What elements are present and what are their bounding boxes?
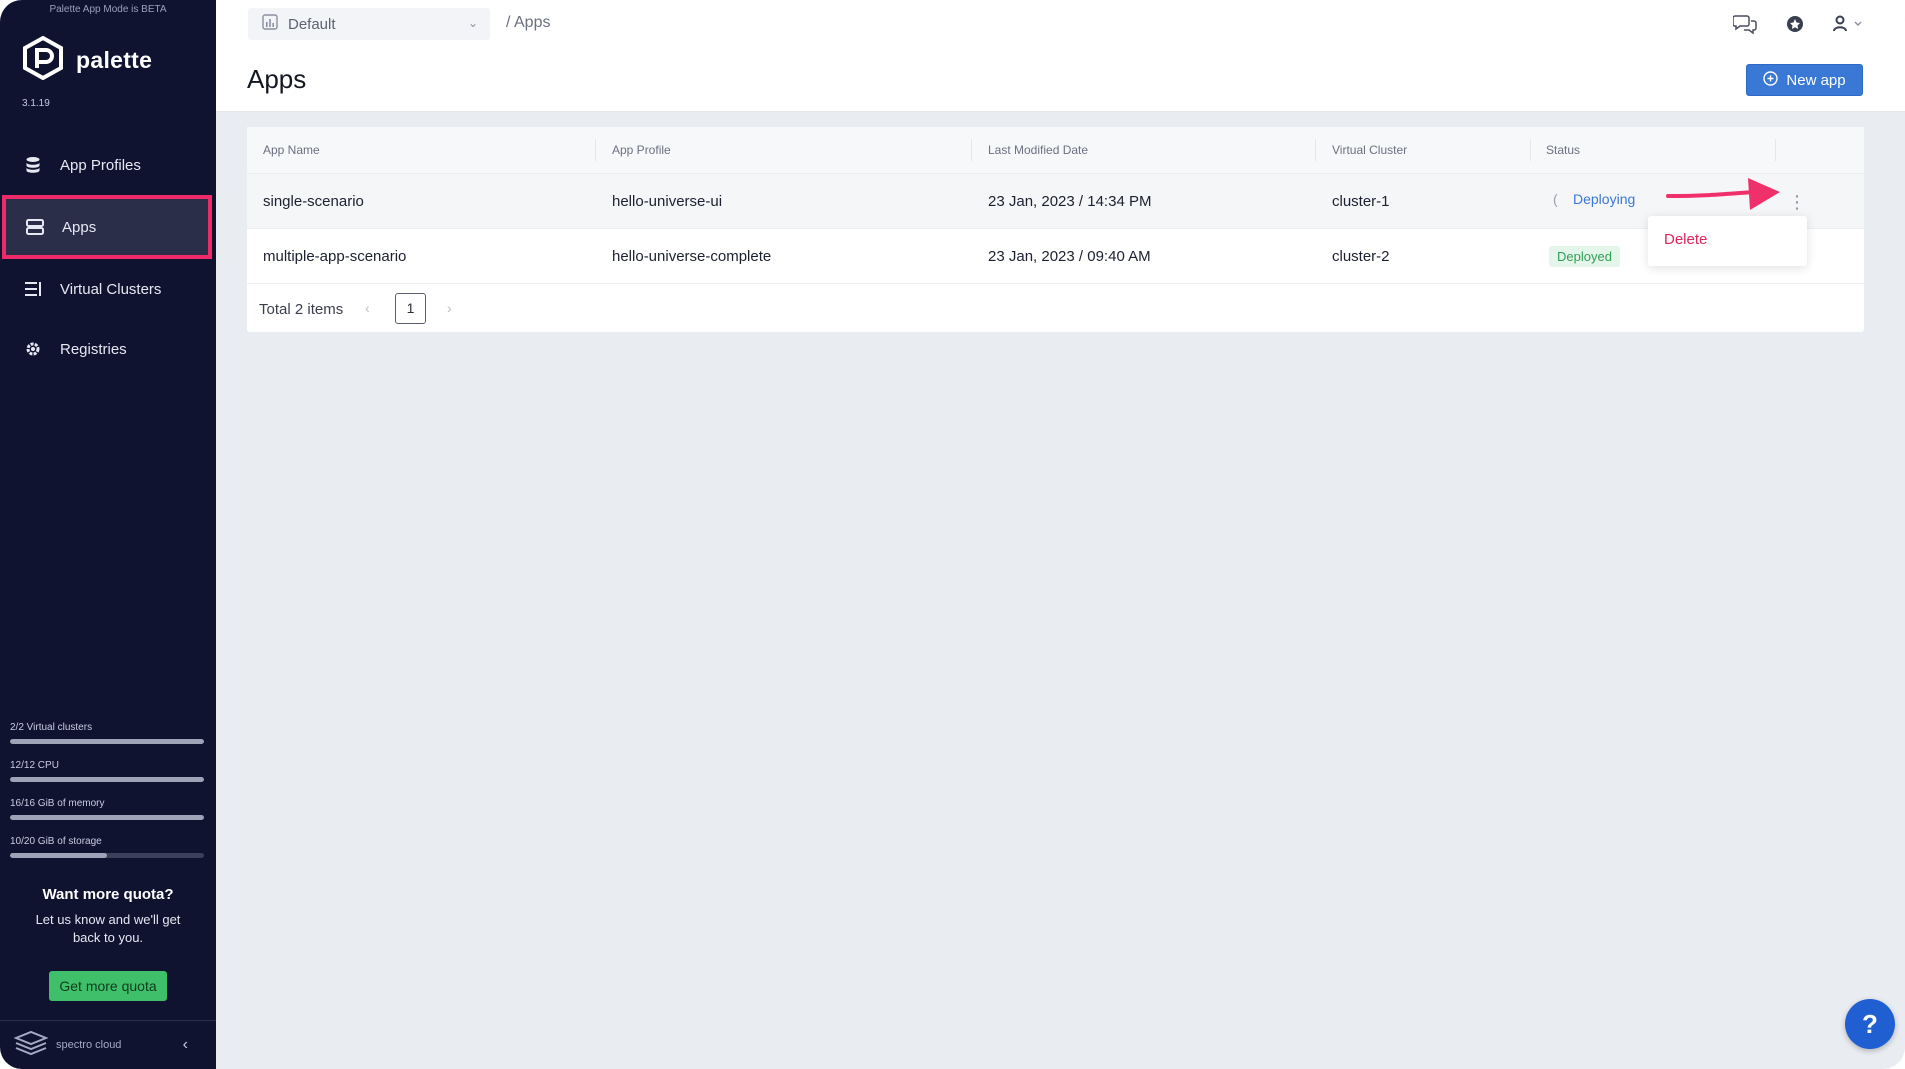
quota-label: 16/16 GiB of memory [10,798,105,809]
more-quota-text: Let us know and we'll get back to you. [35,912,181,945]
quota-virtual-clusters: 2/2 Virtual clusters [10,722,204,744]
sidebar-item-label: Virtual Clusters [60,280,162,298]
sidebar: Palette App Mode is BETA palette 3.1.19 … [0,0,216,1069]
quota-memory: 16/16 GiB of memory [10,798,204,820]
quota-fill [10,777,204,782]
quota-label: 10/20 GiB of storage [10,836,102,847]
version-label: 3.1.19 [22,98,50,109]
cell-virtual-cluster: cluster-1 [1332,193,1390,210]
column-status[interactable]: Status [1546,143,1580,157]
more-quota-title: Want more quota? [42,886,174,903]
total-items: Total 2 items [259,301,344,318]
sidebar-item-label: Apps [62,218,97,236]
sidebar-nav: App Profiles Apps Virtual Clusters Regis… [0,135,216,379]
sidebar-item-apps[interactable]: Apps [2,195,212,259]
chevron-right-icon[interactable]: › [447,300,452,316]
footer-brand: spectro cloud [56,1039,122,1051]
quota-label: 2/2 Virtual clusters [10,722,93,733]
clusters-icon [24,280,42,298]
table-row[interactable]: multiple-app-scenario hello-universe-com… [247,229,1864,284]
breadcrumb: / Apps [506,14,551,31]
cell-app-profile: hello-universe-complete [612,248,772,265]
column-last-modified[interactable]: Last Modified Date [988,143,1088,157]
quota-cpu: 12/12 CPU [10,760,204,782]
chevron-down-icon: ⌄ [467,16,478,30]
collapse-sidebar-icon[interactable]: ‹ [183,1036,188,1054]
new-app-label: New app [1786,71,1846,89]
brand[interactable]: palette [22,35,153,85]
column-divider [1530,139,1531,161]
apps-icon [26,218,44,236]
row-actions-menu: Delete [1648,216,1807,266]
cell-app-name[interactable]: multiple-app-scenario [263,248,406,265]
sidebar-item-label: Registries [60,340,127,358]
cell-app-name[interactable]: single-scenario [263,193,364,210]
sidebar-item-virtual-clusters[interactable]: Virtual Clusters [0,259,216,319]
annotation-arrow-icon [1666,178,1780,210]
header-actions [1733,12,1865,36]
cell-app-profile: hello-universe-ui [612,193,723,210]
delete-menu-item[interactable]: Delete [1664,231,1707,248]
plus-circle-icon [1763,70,1779,90]
column-divider [1315,139,1316,161]
quota-bar [10,815,204,820]
more-actions-icon[interactable]: ⋮ [1788,190,1806,214]
cell-last-modified: 23 Jan, 2023 / 09:40 AM [988,248,1151,265]
column-divider [971,139,972,161]
cell-last-modified: 23 Jan, 2023 / 14:34 PM [988,193,1152,210]
spectro-cloud-logo-icon [13,1030,49,1061]
column-divider [1775,139,1776,161]
apps-table: App Name App Profile Last Modified Date … [247,127,1864,332]
quota-fill [10,739,204,744]
header: Default ⌄ / Apps Apps New app [216,0,1905,112]
page-title: Apps [247,64,307,94]
quota-fill [10,853,107,858]
get-more-quota-button[interactable]: Get more quota [49,971,167,1001]
quota-fill [10,815,204,820]
column-virtual-cluster[interactable]: Virtual Cluster [1332,143,1407,157]
user-menu-icon[interactable] [1833,12,1865,36]
chart-icon [262,14,278,34]
scope-select[interactable]: Default ⌄ [248,8,490,40]
more-quota-panel: Want more quota? Let us know and we'll g… [0,886,216,1001]
sidebar-footer: spectro cloud ‹ [0,1020,216,1069]
table-header: App Name App Profile Last Modified Date … [247,127,1864,174]
cell-virtual-cluster: cluster-2 [1332,248,1390,265]
new-app-button[interactable]: New app [1746,64,1863,96]
chat-icon[interactable] [1733,12,1757,36]
status-badge: Deployed [1549,246,1620,267]
sidebar-item-registries[interactable]: Registries [0,319,216,379]
database-icon [24,156,42,174]
column-app-name[interactable]: App Name [263,143,320,157]
quota-bar [10,739,204,744]
sidebar-item-label: App Profiles [60,156,141,174]
app-window: Palette App Mode is BETA palette 3.1.19 … [0,0,1905,1069]
beta-note: Palette App Mode is BETA [49,4,167,15]
quota-bar [10,777,204,782]
sidebar-item-app-profiles[interactable]: App Profiles [0,135,216,195]
quota-bar [10,853,204,858]
palette-logo-icon [22,35,64,85]
page-number[interactable]: 1 [395,293,426,324]
status-icon[interactable] [1783,12,1807,36]
chevron-left-icon[interactable]: ‹ [365,300,370,316]
gear-icon [24,340,42,358]
scope-value: Default [288,15,336,33]
quota-usage: 2/2 Virtual clusters 12/12 CPU 16/16 GiB… [10,722,204,874]
column-divider [595,139,596,161]
column-app-profile[interactable]: App Profile [612,143,671,157]
help-button[interactable]: ? [1845,999,1895,1049]
pagination: Total 2 items ‹ 1 › [247,284,1864,332]
table-row[interactable]: single-scenario hello-universe-ui 23 Jan… [247,174,1864,229]
status-badge: Deploying [1573,191,1636,207]
brand-name: palette [76,47,153,73]
loading-spinner-icon: ( [1553,191,1558,207]
quota-label: 12/12 CPU [10,760,59,771]
quota-storage: 10/20 GiB of storage [10,836,204,858]
